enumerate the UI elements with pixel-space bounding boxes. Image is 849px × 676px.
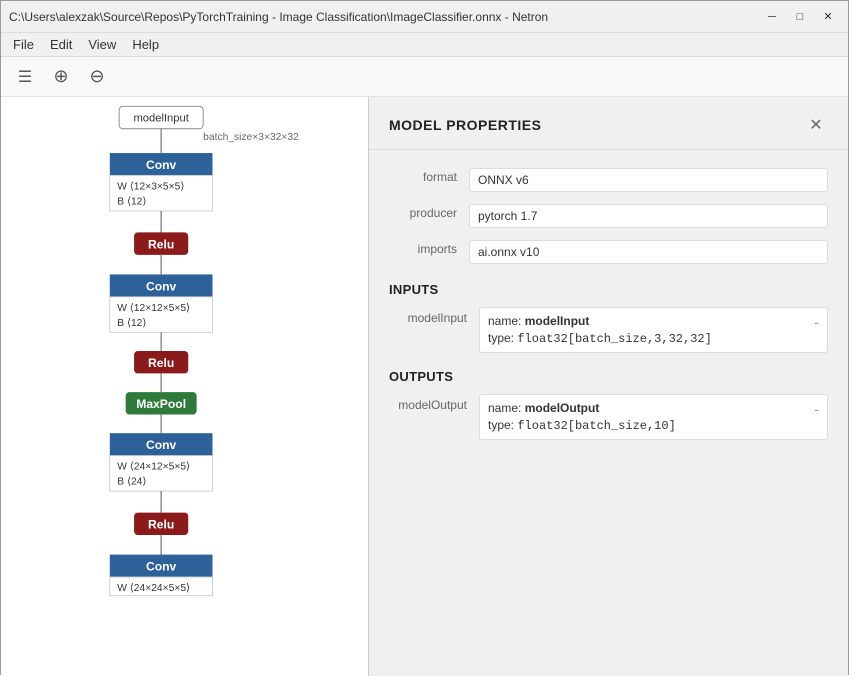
svg-text:Conv: Conv: [146, 279, 177, 293]
svg-text:W ⟨12×3×5×5⟩: W ⟨12×3×5×5⟩: [117, 181, 184, 192]
minimize-button[interactable]: ─: [760, 6, 784, 28]
properties-panel: MODEL PROPERTIES ✕ format ONNX v6 produc…: [368, 97, 848, 676]
svg-text:batch_size×3×32×32: batch_size×3×32×32: [203, 132, 299, 143]
panel-close-button[interactable]: ✕: [804, 113, 828, 137]
close-icon: ✕: [809, 115, 822, 135]
svg-text:B ⟨24⟩: B ⟨24⟩: [117, 477, 146, 488]
svg-text:B ⟨12⟩: B ⟨12⟩: [117, 196, 146, 207]
output-row-modeloutput: modelOutput - name: modelOutput type: fl…: [369, 390, 848, 444]
prop-label-imports: imports: [389, 240, 469, 256]
input-type-line: type: float32[batch_size,3,32,32]: [488, 331, 819, 346]
prop-value-imports: ai.onnx v10: [469, 240, 828, 264]
input-name-line: name: modelInput: [488, 314, 819, 328]
prop-row-producer: producer pytorch 1.7: [369, 198, 848, 234]
output-name-line: name: modelOutput: [488, 401, 819, 415]
io-label-modelinput: modelInput: [389, 307, 479, 325]
sidebar-toggle-button[interactable]: ☰: [9, 61, 41, 93]
io-value-modelinput: - name: modelInput type: float32[batch_s…: [479, 307, 828, 353]
svg-text:W ⟨24×24×5×5⟩: W ⟨24×24×5×5⟩: [117, 583, 190, 594]
io-value-modeloutput: - name: modelOutput type: float32[batch_…: [479, 394, 828, 440]
io-minus-modelinput: -: [814, 314, 819, 330]
prop-row-format: format ONNX v6: [369, 162, 848, 198]
io-minus-modeloutput: -: [814, 401, 819, 417]
prop-value-producer: pytorch 1.7: [469, 204, 828, 228]
svg-text:Relu: Relu: [148, 237, 174, 251]
prop-row-imports: imports ai.onnx v10: [369, 234, 848, 270]
prop-label-producer: producer: [389, 204, 469, 220]
svg-text:Relu: Relu: [148, 517, 174, 531]
menu-help[interactable]: Help: [124, 35, 167, 54]
menu-edit[interactable]: Edit: [42, 35, 80, 54]
io-label-modeloutput: modelOutput: [389, 394, 479, 412]
panel-header: MODEL PROPERTIES ✕: [369, 97, 848, 150]
svg-text:modelInput: modelInput: [133, 112, 189, 124]
prop-label-format: format: [389, 168, 469, 184]
svg-text:MaxPool: MaxPool: [136, 397, 186, 411]
graph-area[interactable]: modelInput batch_size×3×32×32 Conv W ⟨12…: [1, 97, 368, 676]
svg-text:B ⟨12⟩: B ⟨12⟩: [117, 318, 146, 329]
maximize-button[interactable]: □: [788, 6, 812, 28]
title-bar-controls: ─ □ ✕: [760, 6, 840, 28]
svg-text:Conv: Conv: [146, 438, 177, 452]
menu-file[interactable]: File: [5, 35, 42, 54]
outputs-section-header: OUTPUTS: [369, 357, 848, 390]
panel-content: format ONNX v6 producer pytorch 1.7 impo…: [369, 150, 848, 456]
menu-view[interactable]: View: [80, 35, 124, 54]
zoom-out-icon: ⊖: [89, 66, 104, 87]
panel-title: MODEL PROPERTIES: [389, 117, 541, 133]
zoom-out-button[interactable]: ⊖: [81, 61, 113, 93]
svg-text:Conv: Conv: [146, 559, 177, 573]
title-bar: C:\Users\alexzak\Source\Repos\PyTorchTra…: [1, 1, 848, 33]
close-button[interactable]: ✕: [816, 6, 840, 28]
sidebar-icon: ☰: [18, 67, 32, 87]
prop-value-format: ONNX v6: [469, 168, 828, 192]
title-bar-text: C:\Users\alexzak\Source\Repos\PyTorchTra…: [9, 10, 760, 24]
zoom-in-button[interactable]: ⊕: [45, 61, 77, 93]
menu-bar: File Edit View Help: [1, 33, 848, 57]
svg-text:W ⟨24×12×5×5⟩: W ⟨24×12×5×5⟩: [117, 462, 190, 473]
svg-text:Relu: Relu: [148, 356, 174, 370]
inputs-section-header: INPUTS: [369, 270, 848, 303]
input-row-modelinput: modelInput - name: modelInput type: floa…: [369, 303, 848, 357]
svg-text:W ⟨12×12×5×5⟩: W ⟨12×12×5×5⟩: [117, 303, 190, 314]
toolbar: ☰ ⊕ ⊖: [1, 57, 848, 97]
output-type-line: type: float32[batch_size,10]: [488, 418, 819, 433]
main-area: modelInput batch_size×3×32×32 Conv W ⟨12…: [1, 97, 848, 676]
graph-svg: modelInput batch_size×3×32×32 Conv W ⟨12…: [1, 97, 368, 676]
zoom-in-icon: ⊕: [53, 66, 68, 87]
svg-text:Conv: Conv: [146, 158, 177, 172]
